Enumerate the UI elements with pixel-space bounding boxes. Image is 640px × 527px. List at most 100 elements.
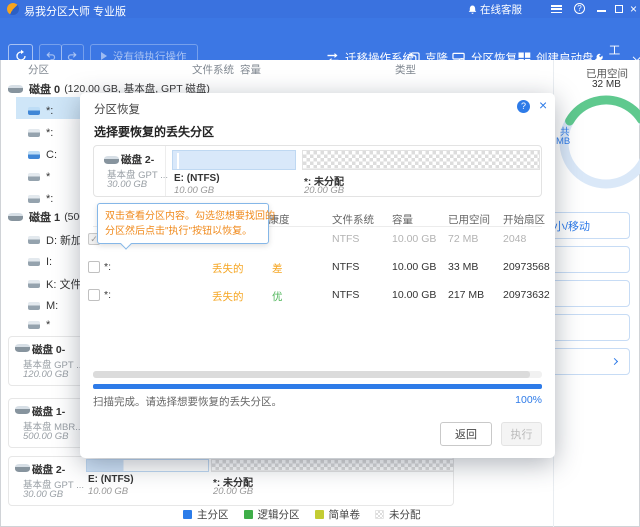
- col-start-sector: 开始扇区: [503, 212, 545, 227]
- minimize-button[interactable]: [597, 10, 606, 12]
- toolbar-tools[interactable]: 工具: [592, 49, 640, 67]
- migrate-icon: [326, 52, 340, 64]
- disk-icon: [8, 85, 23, 93]
- col-filesystem: 文件系统: [332, 212, 374, 227]
- chevron-right-icon: [611, 358, 618, 365]
- strip-divider: [165, 146, 166, 196]
- disk-icon: [8, 213, 23, 221]
- partition-e-label: E: (NTFS): [88, 474, 134, 485]
- dialog-disk-strip: 磁盘 2- 基本盘 GPT ... 30.00 GB E: (NTFS) 10.…: [93, 145, 542, 197]
- pending-operations-button[interactable]: 没有待执行操作: [90, 44, 198, 68]
- partition-block-e[interactable]: [86, 459, 209, 472]
- dialog-partition-block-unallocated[interactable]: [302, 150, 540, 170]
- titlebar: 易我分区大师 专业版 在线客服 ? ×: [0, 0, 640, 18]
- donut-text-mb: MB: [556, 136, 570, 147]
- partition-recovery-label: 分区恢复: [471, 50, 517, 66]
- dialog-partition-block-e[interactable]: [172, 150, 296, 170]
- column-partition: 分区: [28, 62, 49, 77]
- refresh-icon: [14, 49, 28, 63]
- drive-icon: [28, 173, 40, 181]
- partition-unallocated-size: 20.00 GB: [213, 486, 253, 497]
- play-icon: [101, 52, 107, 60]
- online-service-label: 在线客服: [480, 2, 522, 17]
- column-filesystem: 文件系统: [192, 62, 234, 77]
- dialog-title: 分区恢复: [94, 101, 140, 117]
- disk-icon: [15, 344, 30, 352]
- undo-icon: [44, 50, 57, 63]
- back-button[interactable]: 返回: [440, 422, 492, 446]
- tooltip-line1: 双击查看分区内容。勾选您想要找回的: [105, 209, 261, 224]
- dialog-subtitle: 选择要恢复的丢失分区: [94, 123, 214, 140]
- toolbar-create-bootdisk[interactable]: 创建启动盘: [518, 49, 594, 67]
- partition-block-unallocated[interactable]: [211, 459, 454, 472]
- used-space-value: 32 MB: [592, 79, 621, 90]
- legend-simple-label: 简单卷: [329, 507, 361, 522]
- disk-icon: [15, 406, 30, 414]
- titlebar-help-icon[interactable]: ?: [574, 3, 585, 14]
- dialog-partition-e-label: E: (NTFS): [174, 173, 220, 184]
- scan-percent: 100%: [515, 394, 542, 406]
- dialog-close-icon[interactable]: ×: [539, 97, 547, 113]
- dialog-partition-unallocated-size: 20.00 GB: [304, 185, 344, 196]
- toolbar: 没有待执行操作 迁移操作系统 克隆 分区恢复 创建启动盘 工具: [0, 18, 640, 60]
- drive-icon: [28, 195, 40, 203]
- row-checkbox[interactable]: [88, 261, 100, 273]
- legend-unallocated-label: 未分配: [389, 507, 421, 522]
- pending-operations-label: 没有待执行操作: [113, 49, 187, 64]
- redo-button[interactable]: [61, 44, 84, 68]
- bell-icon: [468, 5, 477, 15]
- column-capacity: 容量: [240, 62, 261, 77]
- dialog-disk-size: 30.00 GB: [107, 179, 147, 190]
- col-capacity: 容量: [392, 212, 413, 227]
- drive-icon: [28, 321, 40, 329]
- drive-icon: [28, 107, 40, 115]
- scan-status-text: 扫描完成。请选择想要恢复的丢失分区。: [93, 394, 282, 409]
- partition-e-size: 10.00 GB: [88, 486, 128, 497]
- tooltip-line2: 分区然后点击"执行"按钮以恢复。: [105, 224, 261, 239]
- legend-logical-label: 逻辑分区: [258, 507, 300, 522]
- chevron-down-icon: [633, 52, 640, 60]
- app-window: 易我分区大师 专业版 在线客服 ? × 没有待执行操作 迁移操作系统: [0, 0, 640, 527]
- disk-icon: [15, 464, 30, 472]
- drive-icon: [28, 302, 40, 310]
- dialog-help-icon[interactable]: ?: [517, 100, 530, 113]
- partition-recovery-dialog: 分区恢复 ? × 选择要恢复的丢失分区 磁盘 2- 基本盘 GPT ... 30…: [80, 93, 555, 458]
- menu-list-icon[interactable]: [551, 5, 562, 13]
- row-checkbox[interactable]: [88, 289, 100, 301]
- drive-icon: [28, 129, 40, 137]
- close-button[interactable]: ×: [630, 2, 637, 16]
- redo-icon: [66, 50, 79, 63]
- tooltip-arrow: [120, 238, 131, 249]
- wrench-icon: [592, 52, 604, 65]
- hint-tooltip: 双击查看分区内容。勾选您想要找回的 分区然后点击"执行"按钮以恢复。: [97, 203, 269, 244]
- diskmap-row-disk2[interactable]: 磁盘 2- 基本盘 GPT ... 30.00 GB E: (NTFS) 10.…: [8, 456, 454, 506]
- dialog-disk-name: 磁盘 2-: [121, 152, 154, 167]
- legend: 主分区 逻辑分区 简单卷 未分配: [183, 507, 421, 522]
- drive-icon: [28, 258, 40, 266]
- scrollbar-thumb[interactable]: [93, 371, 530, 378]
- disk-icon: [104, 156, 119, 164]
- bootdisk-label: 创建启动盘: [536, 50, 594, 66]
- dialog-partition-e-size: 10.00 GB: [174, 185, 214, 196]
- clone-label: 克隆: [425, 50, 448, 66]
- app-logo-icon: [7, 3, 19, 15]
- legend-unallocated-swatch: [375, 510, 384, 519]
- drive-icon: [28, 280, 40, 288]
- bootdisk-icon: [518, 52, 531, 65]
- col-used: 已用空间: [448, 212, 490, 227]
- app-title: 易我分区大师 专业版: [24, 3, 126, 19]
- drive-icon: [28, 151, 40, 159]
- column-type: 类型: [395, 62, 416, 77]
- maximize-button[interactable]: [615, 5, 623, 13]
- horizontal-scrollbar[interactable]: [93, 371, 542, 378]
- partition-recovery-icon: [452, 52, 466, 65]
- legend-primary-swatch: [183, 510, 192, 519]
- tree-disk0-name: 磁盘 0: [29, 81, 60, 97]
- drive-icon: [28, 236, 40, 244]
- legend-primary-label: 主分区: [197, 507, 229, 522]
- scan-progress-bar: [93, 384, 542, 389]
- execute-button[interactable]: 执行: [501, 422, 542, 446]
- legend-logical-swatch: [244, 510, 253, 519]
- toolbar-partition-recovery[interactable]: 分区恢复: [452, 49, 517, 67]
- online-service-button[interactable]: 在线客服: [468, 2, 522, 17]
